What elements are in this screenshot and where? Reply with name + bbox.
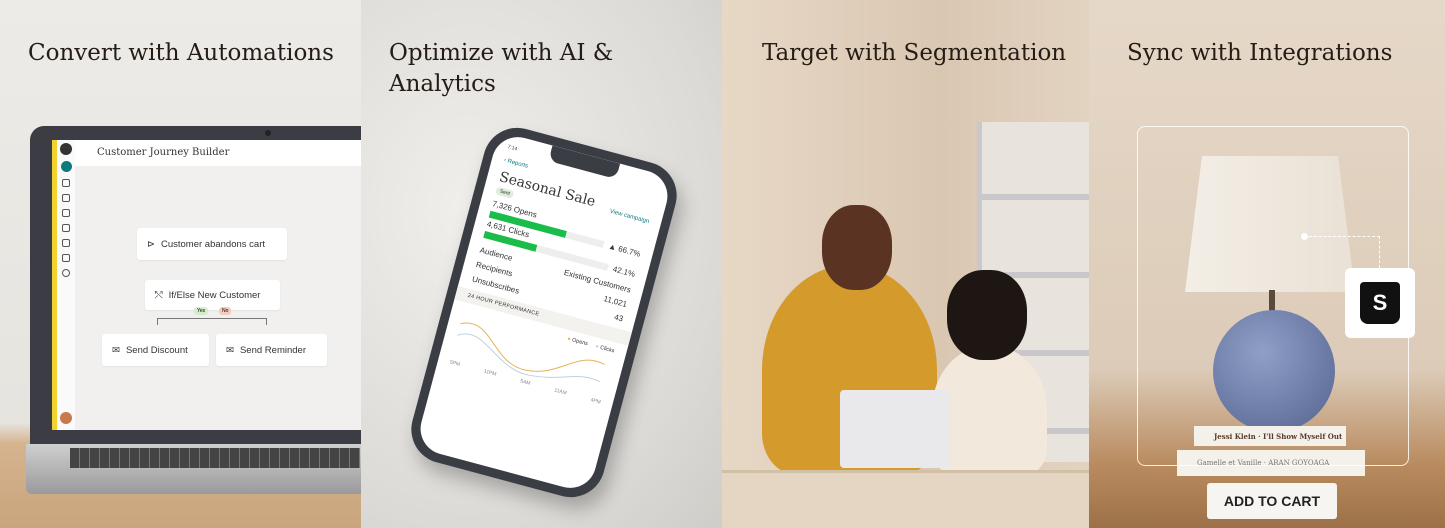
panel-integrations: Sync with Integrations Jessi Klein · I'l… (1089, 0, 1445, 528)
automation-icon[interactable] (62, 209, 70, 217)
panel-title: Target with Segmentation (762, 40, 1067, 66)
back-label: Reports (506, 158, 529, 170)
shopify-button[interactable]: S (1345, 268, 1415, 338)
tick-label: 4PM (589, 397, 602, 406)
panel-segmentation: Target with Segmentation (722, 0, 1089, 528)
node-label: Send Discount (125, 344, 188, 356)
laptop (840, 390, 950, 468)
panel-title: Sync with Integrations (1127, 40, 1393, 66)
search-icon[interactable] (62, 269, 70, 277)
person-right-head (947, 270, 1027, 360)
play-icon: ⊳ (147, 238, 155, 250)
keyboard (70, 448, 360, 468)
tick-label: 11PM (483, 368, 497, 378)
tick-label: 11AM (553, 387, 568, 397)
sent-badge: Sent (494, 186, 515, 200)
node-label: Customer abandons cart (160, 238, 265, 250)
condition-node[interactable]: ⤲ If/Else New Customer (145, 280, 280, 310)
avatar[interactable] (60, 412, 72, 424)
content-icon[interactable] (62, 224, 70, 232)
envelope-icon: ✉ (226, 344, 234, 356)
desk (722, 470, 1089, 528)
node-label: Send Reminder (239, 344, 306, 356)
branch-connector (157, 318, 267, 325)
laptop: Customer Journey Builder ⊳ Customer aband… (30, 126, 361, 446)
add-to-cart-button[interactable]: ADD TO CART (1207, 483, 1337, 519)
journey-builder-screen: Customer Journey Builder ⊳ Customer aband… (52, 140, 361, 430)
stat-value: 43 (613, 312, 625, 324)
pencil-icon[interactable] (60, 161, 72, 172)
panel-title: Optimize with AI & Analytics (389, 40, 614, 97)
tick-label: 5PM (449, 359, 461, 368)
tick-label: 5AM (519, 378, 531, 387)
no-tag: No (219, 307, 232, 315)
split-icon: ⤲ (155, 289, 163, 301)
node-label: If/Else New Customer (168, 289, 261, 301)
panel-automations: Convert with Automations Customer Journe… (0, 0, 361, 528)
shopify-bag-icon: S (1360, 282, 1400, 324)
send-reminder-node[interactable]: ✉ Send Reminder (216, 334, 327, 366)
panel-title: Convert with Automations (28, 40, 334, 66)
stat-key: Audience (478, 245, 514, 263)
yes-tag: Yes (194, 307, 209, 315)
send-discount-node[interactable]: ✉ Send Discount (102, 334, 209, 366)
camera-icon (265, 130, 271, 136)
apps-icon[interactable] (62, 254, 70, 262)
stat-value: 11,021 (602, 294, 629, 310)
envelope-icon: ✉ (112, 344, 120, 356)
campaign-icon[interactable] (62, 179, 70, 187)
mailchimp-logo-icon (60, 143, 72, 155)
sidebar (57, 140, 75, 430)
page-title: Customer Journey Builder (75, 140, 361, 166)
person-left-head (822, 205, 892, 290)
view-campaign-link[interactable]: View campaign (609, 209, 650, 225)
trigger-node[interactable]: ⊳ Customer abandons cart (137, 228, 287, 260)
audience-icon[interactable] (62, 194, 70, 202)
integrations-icon[interactable] (62, 239, 70, 247)
